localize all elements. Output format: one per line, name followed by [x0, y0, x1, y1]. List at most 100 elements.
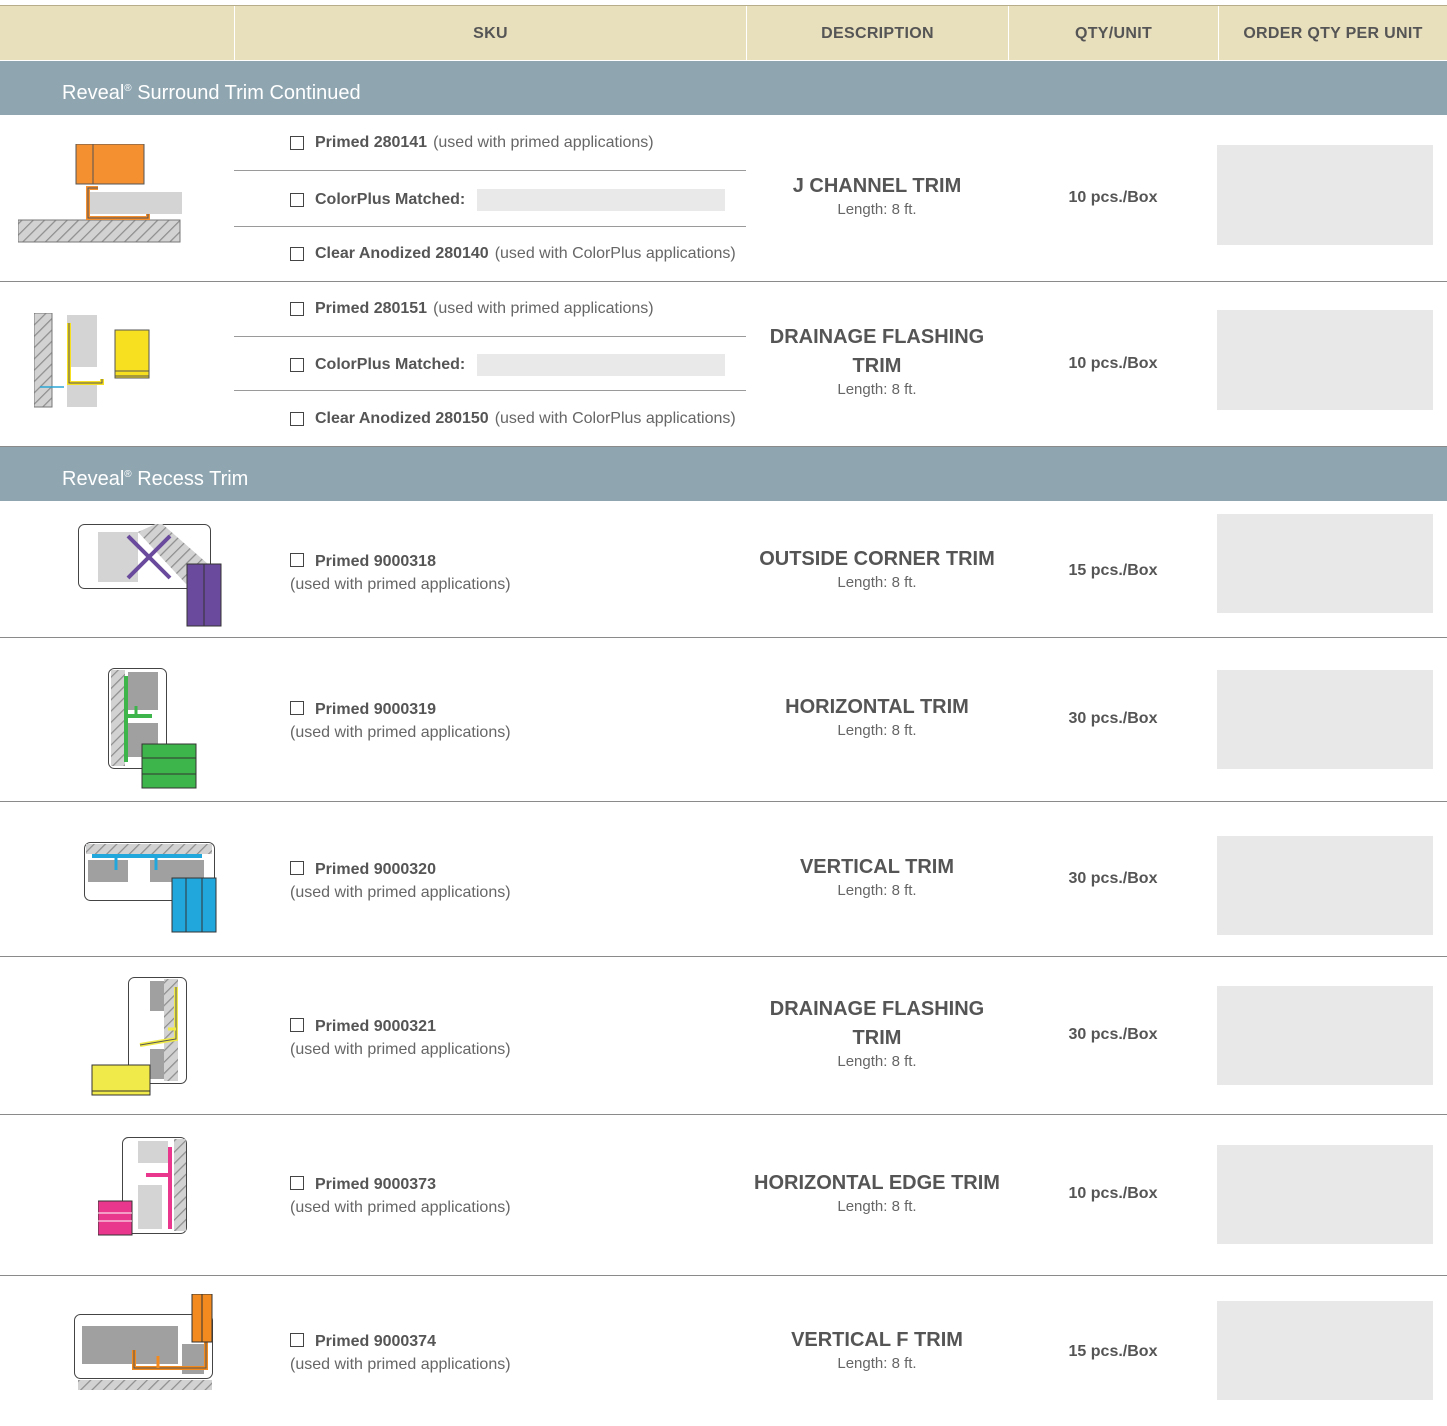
j-channel-trim-icon: [18, 144, 182, 243]
product-length: Length: 8 ft.: [837, 574, 917, 591]
colorplus-input[interactable]: [477, 189, 726, 211]
product-title: VERTICAL TRIM: [799, 856, 955, 878]
qty-per-unit: 15 pcs./Box: [1068, 562, 1158, 579]
option-primed[interactable]: Primed 280151 (used with primed applicati…: [290, 300, 654, 318]
product-title: DRAINAGE FLASHING: [769, 326, 985, 348]
sku-option[interactable]: Primed 9000318 (used with primed applica…: [290, 550, 511, 596]
option-primed[interactable]: Primed 280141 (used with primed applicati…: [290, 134, 654, 152]
checkbox[interactable]: [290, 1176, 304, 1190]
sku-option[interactable]: Primed 9000321 (used with primed applica…: [290, 1015, 511, 1061]
product-title: HORIZONTAL EDGE TRIM: [754, 1172, 1000, 1194]
header-description: DESCRIPTION: [746, 6, 1008, 61]
header-sku: SKU: [234, 6, 746, 61]
qty-per-unit: 30 pcs./Box: [1068, 870, 1158, 887]
description: J CHANNEL TRIM Length: 8 ft.: [746, 172, 1008, 219]
checkbox[interactable]: [290, 553, 304, 567]
order-qty-input[interactable]: [1217, 986, 1433, 1085]
qty-per-unit: 10 pcs./Box: [1068, 355, 1158, 372]
horizontal-edge-trim-icon: [98, 1137, 187, 1236]
usage-note: (used with primed applications): [290, 1199, 511, 1216]
colorplus-input[interactable]: [477, 354, 726, 376]
divider: [234, 390, 746, 391]
drainage-flashing-trim-icon: [91, 977, 187, 1096]
checkbox[interactable]: [290, 136, 304, 150]
checkbox[interactable]: [290, 247, 304, 261]
option-colorplus[interactable]: ColorPlus Matched:: [290, 189, 726, 211]
qty-per-unit: 30 pcs./Box: [1068, 710, 1158, 727]
checkbox[interactable]: [290, 701, 304, 715]
sku-option[interactable]: Primed 9000319 (used with primed applica…: [290, 698, 511, 744]
description: HORIZONTAL EDGE TRIM Length: 8 ft.: [746, 1169, 1008, 1216]
option-clear-anodized[interactable]: Clear Anodized 280150 (used with ColorPlu…: [290, 410, 736, 428]
product-row-drainage-flashing-recess: Primed 9000321 (used with primed applica…: [0, 957, 1447, 1115]
vertical-f-trim-icon: [74, 1294, 213, 1390]
drainage-flashing-trim-icon: [34, 313, 150, 408]
order-qty-input[interactable]: [1217, 310, 1433, 410]
usage-note: (used with primed applications): [290, 884, 511, 901]
product-title: VERTICAL F TRIM: [791, 1329, 963, 1351]
checkbox[interactable]: [290, 1018, 304, 1032]
product-length: Length: 8 ft.: [837, 882, 917, 899]
description: VERTICAL TRIM Length: 8 ft.: [746, 853, 1008, 900]
usage-note: (used with primed applications): [290, 1356, 511, 1373]
product-row-vertical-f: Primed 9000374 (used with primed applica…: [0, 1276, 1447, 1426]
usage-note: (used with primed applications): [290, 724, 511, 741]
product-row-horizontal-edge: Primed 9000373 (used with primed applica…: [0, 1115, 1447, 1276]
section-title: Reveal® Surround Trim Continued: [62, 82, 361, 104]
product-length: Length: 8 ft.: [837, 201, 917, 218]
checkbox[interactable]: [290, 302, 304, 316]
description: DRAINAGE FLASHING TRIM Length: 8 ft.: [746, 323, 1008, 399]
product-title: DRAINAGE FLASHING: [769, 998, 985, 1020]
header-qty-unit: QTY/UNIT: [1008, 6, 1218, 61]
product-length: Length: 8 ft.: [837, 1355, 917, 1372]
qty-per-unit: 10 pcs./Box: [1068, 189, 1158, 206]
order-qty-input[interactable]: [1217, 836, 1433, 935]
description: OUTSIDE CORNER TRIM Length: 8 ft.: [746, 545, 1008, 592]
order-form-page: SKU DESCRIPTION QTY/UNIT ORDER QTY PER U…: [0, 0, 1447, 1426]
checkbox[interactable]: [290, 1333, 304, 1347]
checkbox[interactable]: [290, 412, 304, 426]
section-recess-trim: Reveal® Recess Trim: [0, 447, 1447, 501]
product-length: Length: 8 ft.: [837, 1198, 917, 1215]
usage-note: (used with primed applications): [290, 1041, 511, 1058]
outside-corner-trim-icon: [78, 524, 222, 627]
option-clear-anodized[interactable]: Clear Anodized 280140 (used with ColorPlu…: [290, 245, 736, 263]
product-title: HORIZONTAL TRIM: [785, 696, 969, 718]
order-qty-input[interactable]: [1217, 1301, 1433, 1400]
product-length: Length: 8 ft.: [837, 381, 917, 398]
product-title: OUTSIDE CORNER TRIM: [759, 548, 995, 570]
table-header: SKU DESCRIPTION QTY/UNIT ORDER QTY PER U…: [0, 5, 1447, 61]
description: VERTICAL F TRIM Length: 8 ft.: [746, 1326, 1008, 1373]
product-row-vertical: Primed 9000320 (used with primed applica…: [0, 802, 1447, 957]
order-qty-input[interactable]: [1217, 670, 1433, 769]
divider: [234, 226, 746, 227]
header-image-column: [0, 6, 234, 61]
description: HORIZONTAL TRIM Length: 8 ft.: [746, 693, 1008, 740]
checkbox[interactable]: [290, 193, 304, 207]
product-row-outside-corner: Primed 9000318 (used with primed applica…: [0, 501, 1447, 638]
product-row-horizontal: Primed 9000319 (used with primed applica…: [0, 638, 1447, 802]
usage-note: (used with primed applications): [290, 576, 511, 593]
order-qty-input[interactable]: [1217, 145, 1433, 245]
sku-option[interactable]: Primed 9000373 (used with primed applica…: [290, 1173, 511, 1219]
description: DRAINAGE FLASHING TRIM Length: 8 ft.: [746, 995, 1008, 1071]
header-order-qty: ORDER QTY PER UNIT: [1218, 6, 1447, 61]
product-title-line2: TRIM: [852, 355, 902, 377]
option-colorplus[interactable]: ColorPlus Matched:: [290, 354, 726, 376]
qty-per-unit: 10 pcs./Box: [1068, 1185, 1158, 1202]
sku-option[interactable]: Primed 9000320 (used with primed applica…: [290, 858, 511, 904]
product-length: Length: 8 ft.: [837, 1053, 917, 1070]
order-qty-input[interactable]: [1217, 1145, 1433, 1244]
checkbox[interactable]: [290, 861, 304, 875]
divider: [234, 170, 746, 171]
product-row-drainage-flashing: Primed 280151 (used with primed applicati…: [0, 282, 1447, 447]
order-qty-input[interactable]: [1217, 514, 1433, 613]
product-length: Length: 8 ft.: [837, 722, 917, 739]
sku-option[interactable]: Primed 9000374 (used with primed applica…: [290, 1330, 511, 1376]
vertical-trim-icon: [84, 842, 217, 933]
horizontal-trim-icon: [108, 668, 197, 789]
qty-per-unit: 30 pcs./Box: [1068, 1026, 1158, 1043]
checkbox[interactable]: [290, 358, 304, 372]
divider: [234, 336, 746, 337]
section-title: Reveal® Recess Trim: [62, 468, 249, 490]
